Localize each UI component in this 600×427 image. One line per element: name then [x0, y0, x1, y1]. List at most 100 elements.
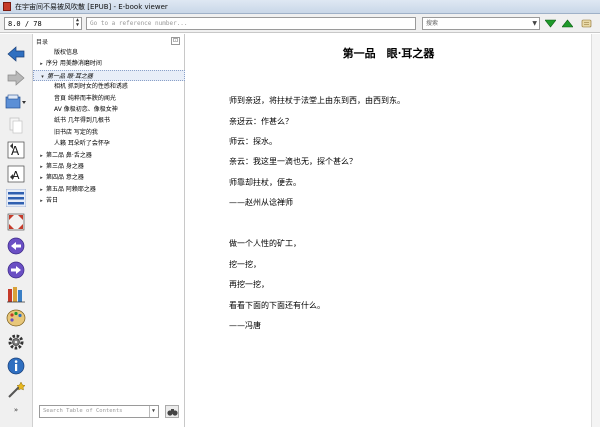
title-bar: 在宇宙间不易被风吹散 [EPUB] - E-book viewer — [0, 0, 600, 14]
search-previous-button[interactable] — [561, 18, 573, 29]
toc-item[interactable]: ▸ 第四品 意之器 — [33, 172, 185, 183]
reference-mode-button[interactable] — [5, 380, 27, 400]
toc-item-label: 第四品 意之器 — [46, 174, 84, 182]
book-line: ——赵州从谂禅师 — [229, 198, 293, 207]
left-toolbar: A A » — [0, 34, 33, 427]
toc-item[interactable]: 旧书店 写定的我 — [33, 127, 185, 138]
previous-page-button[interactable] — [5, 236, 27, 256]
book-viewer[interactable]: 第一品 眼·耳之器 师到亲迓，将拄杖于法堂上由东到西，由西到东。 亲迓云：作甚么？… — [186, 34, 591, 427]
font-larger-icon: A — [7, 141, 25, 159]
chevron-right-icon[interactable]: ▸ — [37, 59, 46, 69]
book-line: 挖一挖， — [229, 260, 261, 269]
bookmarks-icon — [7, 287, 25, 303]
page-number-spinbox[interactable]: 8.0 / 78 ▲ ▼ — [4, 17, 82, 30]
reference-input[interactable]: Go to a reference number... — [86, 17, 416, 30]
toc-item-label: 纸书 几年得到几根书 — [54, 117, 110, 125]
toc-toggle-button[interactable] — [5, 188, 27, 208]
toc-item[interactable]: 版权信息 — [33, 47, 185, 58]
circle-arrow-right-icon — [7, 261, 25, 279]
arrow-down-icon — [544, 19, 556, 28]
themes-button[interactable] — [5, 308, 27, 328]
search-combobox[interactable]: 搜索 ▼ — [422, 17, 540, 30]
toc-close-button[interactable]: ⊡ — [170, 37, 180, 45]
chevron-right-icon[interactable]: ▸ — [37, 162, 46, 172]
gear-icon — [8, 334, 24, 350]
toc-item-label: 序分 用美静消磨时间 — [46, 60, 102, 68]
fullscreen-icon — [7, 213, 25, 231]
more-tools-button[interactable]: » — [5, 404, 27, 416]
forward-button[interactable] — [5, 68, 27, 88]
toc-find-button[interactable] — [165, 405, 179, 418]
toc-item-label: 人籁 耳朵听了会怀孕 — [54, 140, 110, 148]
magic-wand-icon — [8, 381, 26, 398]
back-button[interactable] — [5, 44, 27, 64]
book-line: ——冯唐 — [229, 321, 261, 330]
table-of-contents-icon — [6, 189, 26, 207]
metadata-button[interactable] — [5, 356, 27, 376]
book-line: 亲云：我这里一滴也无，探个甚么？ — [229, 157, 357, 166]
binoculars-icon — [166, 408, 178, 416]
vertical-scrollbar[interactable] — [591, 34, 600, 427]
chapter-title: 第一品 眼·耳之器 — [342, 47, 435, 60]
toc-item[interactable]: ▾ 第一品 眼·耳之器 — [33, 69, 185, 82]
palette-icon — [6, 309, 26, 327]
toc-item[interactable]: AV 像极初恋、像极女神 — [33, 104, 185, 115]
svg-text:A: A — [12, 169, 20, 182]
book-line: 师云：探水。 — [229, 137, 277, 146]
scroll-icon — [581, 19, 591, 28]
toc-item-label: 第二品 鼻·舌之器 — [46, 151, 92, 159]
chevron-down-icon[interactable]: ▼ — [532, 18, 537, 29]
toc-item-label: 旧书店 写定的我 — [54, 128, 98, 136]
library-icon — [5, 94, 26, 109]
toc-search-placeholder: Search Table of Contents — [43, 408, 123, 414]
top-toolbar: 8.0 / 78 ▲ ▼ Go to a reference number... … — [0, 14, 600, 33]
page-number-value: 8.0 / 78 — [8, 19, 42, 28]
chevron-down-icon[interactable]: ▾ — [38, 72, 47, 80]
bookmarks-button[interactable] — [5, 284, 27, 304]
toc-item-label: 苦日 — [46, 197, 59, 205]
preferences-button[interactable] — [5, 332, 27, 352]
chevron-right-icon[interactable]: ▸ — [37, 196, 46, 206]
toc-item-label: 第五品 阿赖耶之器 — [46, 185, 96, 193]
toc-item-label: 第一品 眼·耳之器 — [47, 72, 93, 80]
fullscreen-button[interactable] — [5, 212, 27, 232]
toc-item[interactable]: 人籁 耳朵听了会怀孕 — [33, 138, 185, 149]
arrow-left-icon — [7, 46, 25, 62]
font-smaller-button[interactable]: A — [5, 164, 27, 184]
toc-item-label: 第三品 身之器 — [46, 162, 84, 170]
arrow-right-icon — [7, 70, 25, 86]
toc-item[interactable]: ▸ 第三品 身之器 — [33, 161, 185, 172]
spin-arrows[interactable]: ▲ ▼ — [73, 18, 81, 29]
toc-item[interactable]: 相机 抓到时女的性感和诱惑 — [33, 81, 185, 92]
toc-item-label: 版权信息 — [54, 49, 79, 56]
open-library-button[interactable] — [5, 92, 27, 112]
toc-item-label: 相机 抓到时女的性感和诱惑 — [54, 83, 128, 91]
copy-icon — [9, 117, 23, 134]
font-larger-button[interactable]: A — [5, 140, 27, 160]
arrow-up-icon — [561, 19, 573, 28]
book-line: 再挖一挖， — [229, 280, 269, 289]
toc-item[interactable]: 纸书 几年得到几根书 — [33, 115, 185, 126]
toolbar-extension-button[interactable] — [580, 18, 592, 29]
toc-item[interactable]: 音頁 纯粹而丰腴的闻光 — [33, 93, 185, 104]
info-icon — [7, 357, 25, 375]
window-title: 在宇宙间不易被风吹散 [EPUB] - E-book viewer — [15, 2, 168, 11]
circle-arrow-left-icon — [7, 237, 25, 255]
chevron-double-down-icon: » — [13, 406, 19, 414]
chevron-down-icon[interactable]: ▼ — [149, 406, 157, 417]
book-line: 做一个人性的矿工， — [229, 239, 301, 248]
toc-item[interactable]: ▸ 苦日 — [33, 195, 185, 206]
app-icon — [3, 2, 11, 11]
toc-item[interactable]: ▸ 第五品 阿赖耶之器 — [33, 184, 185, 195]
chevron-right-icon[interactable]: ▸ — [37, 185, 46, 195]
toc-item[interactable]: ▸ 第二品 鼻·舌之器 — [33, 150, 185, 161]
toc-header: 目录 — [36, 39, 49, 46]
search-next-button[interactable] — [544, 18, 556, 29]
toc-item[interactable]: ▸ 序分 用美静消磨时间 — [33, 58, 185, 69]
chevron-right-icon[interactable]: ▸ — [37, 173, 46, 183]
toc-search-input[interactable]: Search Table of Contents ▼ — [39, 405, 159, 418]
next-page-button[interactable] — [5, 260, 27, 280]
copy-button[interactable] — [5, 116, 27, 136]
toc-list: 版权信息 ▸ 序分 用美静消磨时间 ▾ 第一品 眼·耳之器 相机 抓到时女的性感和诱惑 音頁… — [33, 47, 185, 206]
chevron-right-icon[interactable]: ▸ — [37, 151, 46, 161]
